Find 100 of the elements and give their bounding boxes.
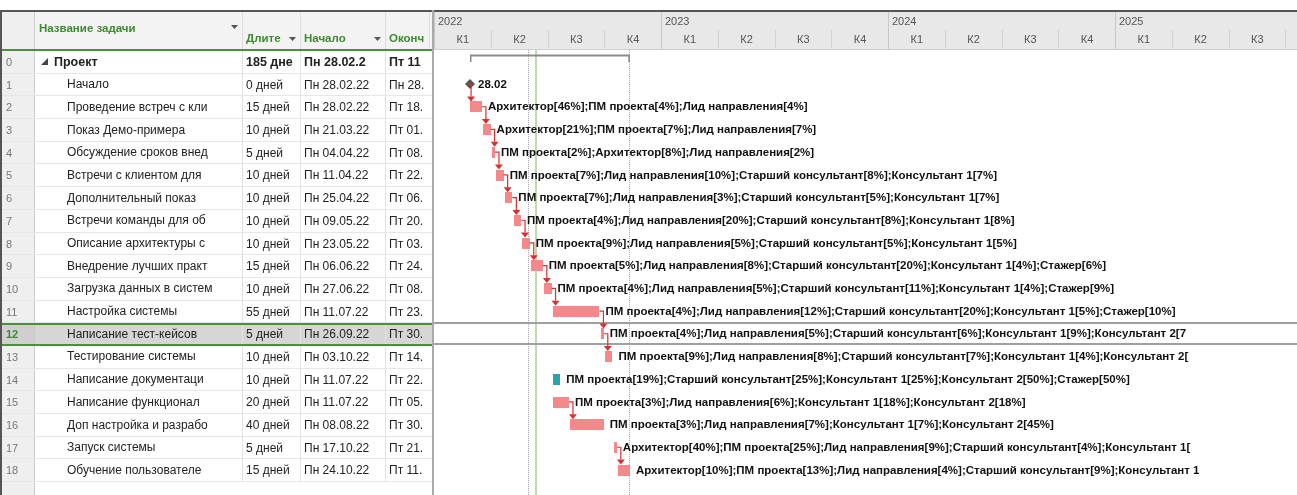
task-bar[interactable]	[552, 305, 600, 317]
column-header[interactable]: Оконч	[386, 12, 430, 49]
column-header[interactable]: Название задачи	[35, 12, 243, 49]
task-row[interactable]: 8 Описание архитектуры с 10 дней Пн 23.05.22 Пт 03.	[2, 232, 432, 256]
duration-cell: 20 дней	[242, 391, 300, 413]
row-number: 7	[2, 209, 35, 232]
quarter-label: К3	[797, 33, 810, 45]
row-number: 8	[2, 232, 35, 255]
task-bar[interactable]	[552, 373, 561, 385]
row-number: 6	[2, 187, 35, 209]
task-row[interactable]: 14 Написание документаци 10 дней Пн 11.07.22 Пт 22.	[2, 368, 432, 392]
row-number: 12	[2, 325, 35, 344]
start-cell: Пн 25.04.22	[300, 187, 385, 209]
row-number: 10	[2, 277, 35, 300]
task-bar[interactable]	[618, 464, 630, 476]
resource-label: ПМ проекта[9%];Лид направления[5%];Старший консультант[5%];Консультант 1[5%]	[535, 235, 1017, 251]
quarter-label: К1	[683, 33, 697, 45]
task-bar[interactable]	[600, 328, 604, 340]
row-number-column	[2, 482, 35, 495]
task-bar[interactable]	[483, 124, 491, 136]
quarter-label: К2	[967, 33, 980, 45]
task-row[interactable]: 17 Запуск системы 5 дней Пн 17.10.22 Пт 21.	[2, 436, 432, 460]
task-row[interactable]: 13 Тестирование системы 10 дней Пн 03.10.22 Пт 14.	[2, 345, 432, 369]
task-row[interactable]: 18 Обучение пользователе 15 дней Пн 24.10.22 Пт 11.	[2, 459, 432, 483]
dropdown-icon[interactable]	[374, 37, 381, 41]
start-cell: Пн 17.10.22	[300, 436, 385, 459]
finish-cell: Пт 21.	[385, 436, 429, 459]
finish-cell: Пт 08.	[385, 141, 429, 164]
start-cell: Пн 04.04.22	[300, 141, 385, 164]
task-name: Встречи с клиентом для	[67, 166, 202, 184]
finish-cell: Пт 24.	[385, 255, 429, 277]
row-number: 4	[2, 141, 35, 164]
start-cell: Пн 23.05.22	[300, 232, 385, 255]
task-name: Встречи команды для об	[67, 212, 206, 230]
connector-line	[494, 151, 500, 166]
resource-label: ПМ проекта[7%];Лид направления[10%];Старший консультант[8%];Консультант 1[7%]	[509, 167, 998, 183]
task-row[interactable]: 15 Написание функционал 20 дней Пн 11.07.22 Пт 05.	[2, 391, 432, 414]
row-number: 13	[2, 345, 35, 368]
duration-cell: 5 дней	[242, 141, 300, 164]
column-header[interactable]: Длите	[243, 12, 301, 49]
row-number: 9	[2, 255, 35, 277]
task-row[interactable]: 4 Обсуждение сроков внед 5 дней Пн 04.04.22 Пт 08.	[2, 141, 432, 165]
quarter-label: К4	[1080, 33, 1094, 45]
duration-cell: 10 дней	[242, 119, 300, 141]
task-bar[interactable]	[470, 101, 482, 113]
column-header[interactable]: Начало	[301, 12, 386, 49]
collapse-icon[interactable]	[41, 58, 48, 66]
quarter-label: К3	[1024, 33, 1037, 45]
dropdown-icon[interactable]	[289, 37, 296, 41]
start-cell: Пн 28.02.22	[300, 96, 385, 119]
task-bar[interactable]	[513, 214, 522, 226]
quarter-label: К2	[513, 33, 526, 45]
duration-cell: 10 дней	[242, 232, 300, 255]
task-bar[interactable]	[605, 351, 613, 363]
resource-label: ПМ проекта[2%];Архитектор[8%];Лид направления[2%]	[500, 144, 815, 160]
quarter-label: К3	[1251, 33, 1264, 45]
duration-cell: 5 дней	[242, 436, 300, 459]
dropdown-icon[interactable]	[231, 24, 238, 29]
task-row[interactable]: 9 Внедрение лучших практ 15 дней Пн 06.06.22 Пт 24.	[2, 255, 432, 278]
task-bar[interactable]	[496, 169, 504, 181]
task-bar[interactable]	[504, 192, 513, 204]
duration-cell: 10 дней	[242, 345, 300, 368]
start-cell: Пн 11.07.22	[300, 368, 385, 391]
quarter-label: К4	[626, 33, 640, 45]
task-row[interactable]: 6 Дополнительный показ 10 дней Пн 25.04.22 Пт 06.	[2, 187, 432, 210]
task-bar[interactable]	[491, 146, 495, 158]
finish-cell: Пт 08.	[385, 277, 429, 300]
start-cell: Пн 09.05.22	[300, 209, 385, 232]
task-name: Загрузка данных в систем	[67, 280, 213, 298]
year-label: 2022	[437, 14, 463, 29]
task-bar[interactable]	[552, 396, 569, 408]
task-row[interactable]: 5 Встречи с клиентом для 10 дней Пн 11.04.22 Пт 22.	[2, 164, 432, 188]
task-row[interactable]: 16 Доп настройка и разрабо 40 дней Пн 08.08.22 Пт 30.	[2, 414, 432, 437]
task-bar[interactable]	[570, 419, 604, 431]
task-row[interactable]: 0 Проект 185 дне Пн 28.02.2 Пт 11	[2, 51, 432, 74]
row-number: 17	[2, 436, 35, 459]
task-bar[interactable]	[531, 260, 543, 272]
finish-cell: Пт 14.	[385, 345, 429, 368]
task-row[interactable]: 12 Написание тест-кейсов 5 дней Пн 26.09.22 Пт 30.	[2, 323, 432, 346]
row-number: 16	[2, 414, 35, 436]
finish-cell: Пт 23.	[385, 300, 429, 323]
task-row[interactable]: 7 Встречи команды для об 10 дней Пн 09.05.22 Пт 20.	[2, 209, 432, 233]
resource-label: ПМ проекта[3%];Лид направления[7%];Консультант 1[7%];Консультант 2[45%]	[609, 417, 1054, 433]
quarter-label: К1	[910, 33, 924, 45]
start-cell: Пн 21.03.22	[300, 119, 385, 141]
task-name: Написание тест-кейсов	[67, 326, 198, 344]
task-row[interactable]: 10 Загрузка данных в систем 10 дней Пн 27.06.22 Пт 08.	[2, 277, 432, 301]
task-row[interactable]: 3 Показ Демо-примера 10 дней Пн 21.03.22 Пт 01.	[2, 119, 432, 142]
finish-cell: Пт 22.	[385, 368, 429, 391]
task-bar[interactable]	[522, 237, 530, 249]
task-row[interactable]: 2 Проведение встреч с кли 15 дней Пн 28.02.22 Пт 18.	[2, 96, 432, 120]
resource-label: Архитектор[21%];ПМ проекта[7%];Лид направления[7%]	[496, 122, 817, 138]
task-bar[interactable]	[613, 441, 617, 453]
task-row[interactable]: 1 Начало 0 дней Пн 28.02.22 Пн 28.	[2, 73, 432, 97]
start-cell: Пн 11.07.22	[300, 391, 385, 413]
duration-cell: 0 дней	[242, 73, 300, 96]
start-cell: Пн 28.02.22	[300, 73, 385, 96]
summary-bar[interactable]	[470, 54, 630, 62]
milestone-icon[interactable]	[465, 79, 476, 90]
duration-cell: 10 дней	[242, 187, 300, 209]
